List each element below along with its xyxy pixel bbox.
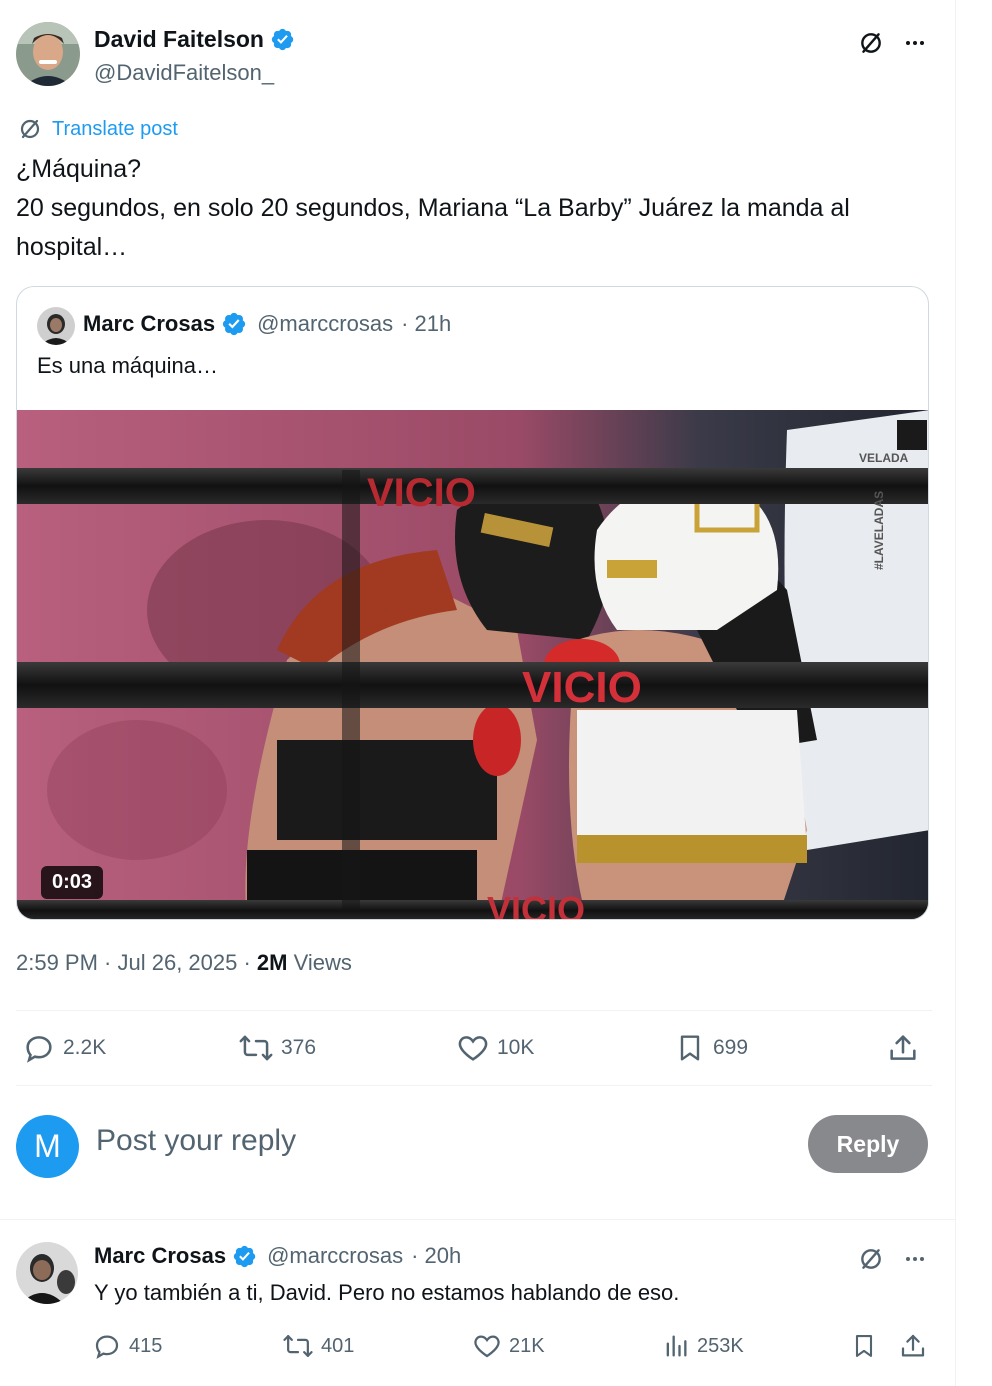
quoted-post[interactable]: Marc Crosas @marccrosas · 21h Es una máq… <box>16 286 929 920</box>
rope-banner-text: VICIO <box>487 889 585 920</box>
video-player[interactable]: VICIO VICIO VICIO VELADA #LAVELADAS 0:03 <box>17 410 928 920</box>
bookmark-button[interactable] <box>850 1326 878 1366</box>
views-label: Views <box>287 950 352 975</box>
rope-banner-text: VICIO <box>367 471 476 515</box>
rope-banner-text: VICIO <box>522 663 642 712</box>
views-chart-icon <box>666 1335 687 1357</box>
author-name-row: David Faitelson <box>94 26 295 53</box>
timeline-border <box>955 0 956 1386</box>
video-duration: 0:03 <box>41 866 104 899</box>
translate-post-link[interactable]: Translate post <box>18 117 178 141</box>
timestamp-text[interactable]: 2:59 PM · Jul 26, 2025 · <box>16 950 257 975</box>
verified-badge-icon <box>270 27 295 52</box>
video-frame: VICIO VICIO VICIO VELADA #LAVELADAS <box>17 410 928 920</box>
views-count: 253K <box>697 1334 744 1357</box>
grok-translate-icon <box>20 119 40 139</box>
share-button[interactable] <box>886 1026 920 1070</box>
grok-icon[interactable] <box>854 1242 888 1276</box>
like-button[interactable]: 21K <box>472 1326 545 1366</box>
quote-header: Marc Crosas @marccrosas · 21h <box>83 311 451 337</box>
reply-composer: M Post your reply Reply <box>16 1112 936 1180</box>
reply-count: 415 <box>129 1334 163 1357</box>
author-handle[interactable]: @DavidFaitelson_ <box>94 60 274 86</box>
repost-icon <box>239 1035 273 1061</box>
reply-author-handle[interactable]: @marccrosas <box>267 1243 403 1269</box>
like-count: 21K <box>509 1334 545 1357</box>
reply-text: Y yo también a ti, David. Pero no estamo… <box>94 1280 680 1305</box>
views-count: 2M <box>256 950 288 975</box>
bookmark-count: 699 <box>713 1036 749 1059</box>
share-icon <box>901 1334 925 1357</box>
reply-submit-button[interactable]: Reply <box>808 1115 928 1173</box>
verified-badge-icon <box>232 1244 257 1269</box>
divider <box>16 1085 932 1086</box>
bookmark-icon <box>680 1035 700 1061</box>
referee-logo-text: VELADA <box>859 451 909 465</box>
referee-tag-text: #LAVELADAS <box>872 491 886 570</box>
reply-author-avatar[interactable] <box>16 1242 78 1304</box>
post-action-bar: 2.2K 376 10K 699 <box>16 1026 936 1070</box>
post-text: ¿Máquina? 20 segundos, en solo 20 segund… <box>16 150 936 267</box>
share-icon <box>890 1035 916 1060</box>
quote-author-avatar[interactable] <box>37 307 75 345</box>
author-name[interactable]: David Faitelson <box>94 26 264 53</box>
reply-icon <box>95 1335 119 1359</box>
reply-action-bar: 415 401 21K 253K <box>16 1326 936 1366</box>
divider <box>0 1219 955 1220</box>
reply-button[interactable]: 2.2K <box>22 1026 106 1070</box>
bookmark-icon <box>855 1335 873 1357</box>
repost-button[interactable]: 401 <box>282 1326 354 1366</box>
more-options-icon[interactable] <box>898 1242 932 1276</box>
like-button[interactable]: 10K <box>456 1026 534 1070</box>
reply-icon <box>26 1036 52 1063</box>
share-button[interactable] <box>898 1326 928 1366</box>
like-count: 10K <box>497 1036 535 1059</box>
reply-author-name[interactable]: Marc Crosas <box>94 1243 226 1269</box>
reply-time[interactable]: · 20h <box>411 1243 461 1269</box>
verified-badge-icon <box>221 311 247 337</box>
author-avatar[interactable] <box>16 22 80 86</box>
quote-author-name[interactable]: Marc Crosas <box>83 311 215 337</box>
divider <box>16 1010 932 1011</box>
quote-time[interactable]: · 21h <box>401 311 451 337</box>
grok-icon[interactable] <box>854 26 888 60</box>
heart-icon <box>458 1036 488 1061</box>
post-header: David Faitelson @DavidFaitelson_ <box>16 22 936 92</box>
reply-count: 2.2K <box>63 1036 107 1059</box>
reply-button[interactable]: 415 <box>92 1326 162 1366</box>
post-text-line: ¿Máquina? <box>16 155 142 183</box>
repost-count: 401 <box>321 1334 355 1357</box>
repost-button[interactable]: 376 <box>238 1026 316 1070</box>
post-text-line: 20 segundos, en solo 20 segundos, Marian… <box>16 194 850 261</box>
reply-header: Marc Crosas @marccrosas · 20h <box>94 1243 461 1269</box>
translate-label: Translate post <box>52 117 178 140</box>
quote-text: Es una máquina… <box>37 353 218 378</box>
repost-icon <box>283 1335 313 1357</box>
reply-input[interactable]: Post your reply <box>96 1124 296 1158</box>
reply-post[interactable]: Marc Crosas @marccrosas · 20h Y yo tambi… <box>16 1240 936 1380</box>
quote-author-handle[interactable]: @marccrosas <box>257 311 393 337</box>
more-options-icon[interactable] <box>898 26 932 60</box>
views-button[interactable]: 253K <box>662 1326 744 1366</box>
heart-icon <box>474 1335 500 1358</box>
user-avatar[interactable]: M <box>16 1115 79 1178</box>
bookmark-button[interactable]: 699 <box>674 1026 748 1070</box>
post-timestamp: 2:59 PM · Jul 26, 2025 · 2M Views <box>16 950 352 976</box>
repost-count: 376 <box>281 1036 317 1059</box>
